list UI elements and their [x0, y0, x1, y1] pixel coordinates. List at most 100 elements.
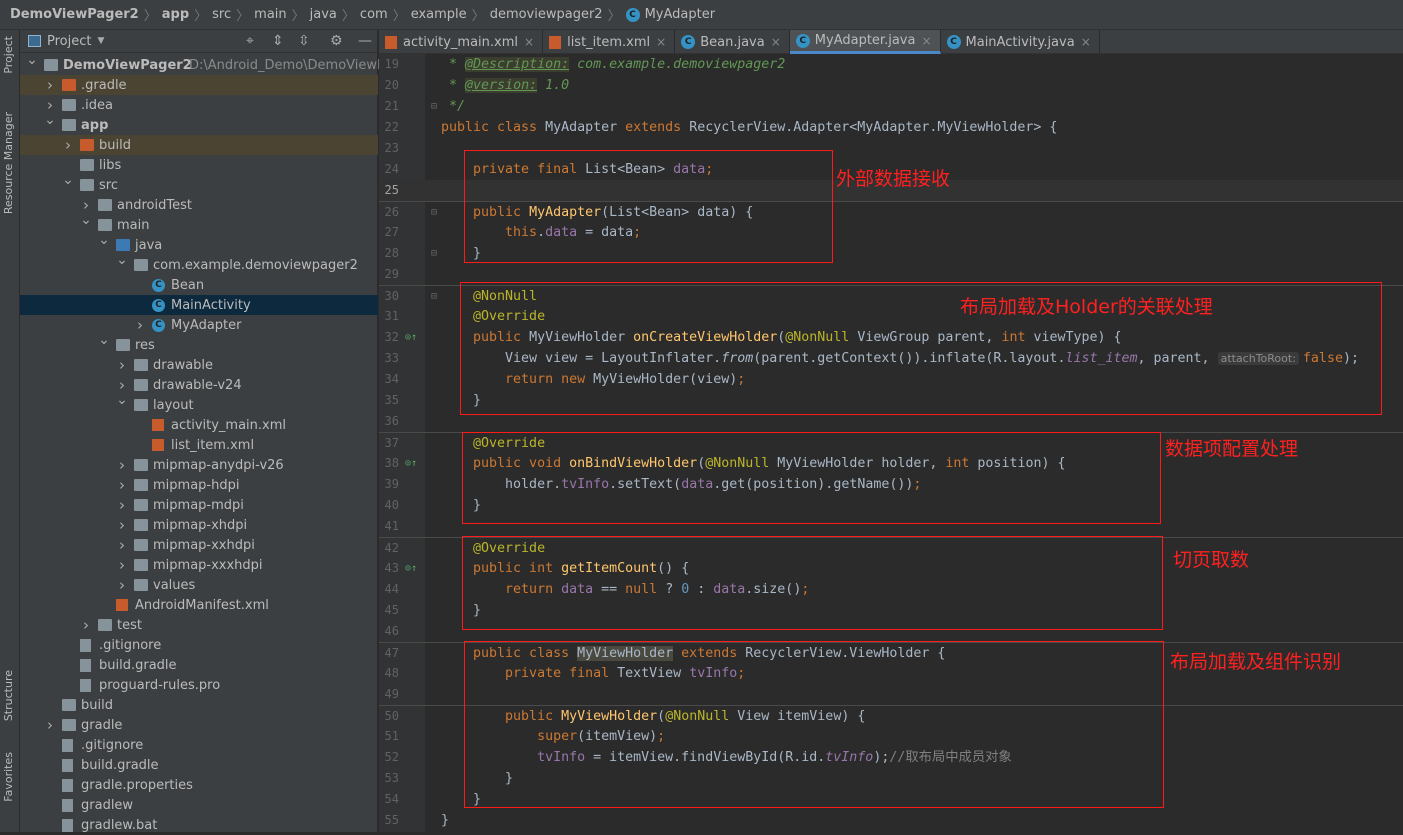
breadcrumb-item[interactable]: java — [310, 7, 337, 22]
tree-item[interactable]: C MainActivity — [20, 295, 378, 315]
chevron-right-icon[interactable]: › — [116, 456, 128, 474]
fold-icon[interactable]: ⊟ — [431, 243, 437, 264]
tree-item[interactable]: › values — [20, 575, 378, 595]
favorites-tool-tab[interactable]: Favorites — [2, 752, 15, 802]
breadcrumb-item[interactable]: com — [360, 7, 388, 22]
chevron-right-icon: 〉 — [194, 9, 208, 24]
tree-item[interactable]: .gitignore — [20, 735, 378, 755]
tree-item[interactable]: ⌄ app — [20, 112, 378, 135]
collapse-all-icon[interactable]: ⇳ — [298, 33, 310, 49]
fold-icon[interactable]: ⊟ — [431, 202, 437, 223]
chevron-right-icon[interactable]: › — [116, 536, 128, 554]
chevron-down-icon[interactable]: ⌄ — [116, 252, 128, 268]
close-icon[interactable]: × — [524, 35, 534, 49]
tree-item[interactable]: › .idea — [20, 95, 378, 115]
tree-item[interactable]: list_item.xml — [20, 435, 378, 455]
chevron-down-icon[interactable]: ⌄ — [62, 172, 74, 188]
chevron-down-icon[interactable]: ⌄ — [98, 332, 110, 348]
chevron-right-icon[interactable]: › — [80, 616, 92, 634]
breadcrumb-item[interactable]: example — [411, 7, 467, 22]
chevron-down-icon[interactable]: ▼ — [97, 36, 104, 46]
breadcrumb-item[interactable]: DemoViewPager2 — [10, 7, 139, 22]
tree-item[interactable]: ⌄ main — [20, 212, 378, 235]
close-icon[interactable]: × — [921, 34, 931, 48]
breadcrumb-item[interactable]: MyAdapter — [645, 7, 715, 22]
tree-item[interactable]: › mipmap-mdpi — [20, 495, 378, 515]
close-icon[interactable]: × — [771, 35, 781, 49]
locate-icon[interactable]: ⌖ — [246, 33, 254, 49]
tree-item[interactable]: ⌄ src — [20, 172, 378, 195]
override-icon[interactable]: ⊙↑ — [405, 327, 417, 348]
chevron-right-icon[interactable]: › — [116, 576, 128, 594]
chevron-right-icon[interactable]: › — [116, 496, 128, 514]
tab-bean-java[interactable]: C Bean.java × — [675, 30, 790, 54]
chevron-right-icon[interactable]: › — [62, 136, 74, 154]
breadcrumb-item[interactable]: app — [162, 7, 189, 22]
hide-icon[interactable]: — — [358, 33, 372, 49]
chevron-right-icon[interactable]: › — [44, 76, 56, 94]
tab-activity_main-xml[interactable]: activity_main.xml × — [379, 30, 544, 54]
tree-item[interactable]: › drawable — [20, 355, 378, 375]
chevron-down-icon[interactable]: ⌄ — [44, 112, 56, 128]
tab-mainactivity-java[interactable]: C MainActivity.java × — [941, 30, 1100, 54]
tree-item[interactable]: gradle.properties — [20, 775, 378, 795]
tree-item[interactable]: › test — [20, 615, 378, 635]
chevron-down-icon[interactable]: ⌄ — [98, 232, 110, 248]
breadcrumb-item[interactable]: src — [212, 7, 231, 22]
tree-item[interactable]: › mipmap-xxxhdpi — [20, 555, 378, 575]
tree-item[interactable]: › mipmap-anydpi-v26 — [20, 455, 378, 475]
chevron-right-icon[interactable]: › — [134, 316, 146, 334]
close-icon[interactable]: × — [656, 35, 666, 49]
chevron-right-icon[interactable]: › — [116, 476, 128, 494]
tree-item[interactable]: ⌄ DemoViewPager2 D:\Android_Demo\DemoViewP… — [20, 52, 408, 75]
tree-item[interactable]: activity_main.xml — [20, 415, 378, 435]
project-view-selector[interactable]: Project — [47, 34, 91, 49]
breadcrumb-item[interactable]: main — [254, 7, 286, 22]
tree-item[interactable]: ⌄ com.example.demoviewpager2 — [20, 252, 378, 275]
tree-item[interactable]: › gradle — [20, 715, 378, 735]
tree-item[interactable]: build.gradle — [20, 655, 378, 675]
tree-item[interactable]: gradlew — [20, 795, 378, 815]
tree-item[interactable]: › androidTest — [20, 195, 378, 215]
chevron-right-icon: 〉 — [143, 9, 157, 24]
fold-icon[interactable]: ⊟ — [431, 286, 437, 307]
tree-item-label: drawable — [153, 357, 214, 373]
tree-item-label: androidTest — [117, 197, 192, 213]
tree-item[interactable]: C Bean — [20, 275, 378, 295]
tree-item[interactable]: build — [20, 695, 378, 715]
tree-item[interactable]: gradlew.bat — [20, 815, 378, 835]
close-icon[interactable]: × — [1081, 35, 1091, 49]
tree-item[interactable]: › mipmap-xhdpi — [20, 515, 378, 535]
override-icon[interactable]: ⊙↑ — [405, 453, 417, 474]
tree-item[interactable]: › .gradle — [20, 75, 378, 95]
override-icon[interactable]: ⊙↑ — [405, 558, 417, 579]
tree-item[interactable]: › drawable-v24 — [20, 375, 378, 395]
chevron-right-icon[interactable]: › — [116, 516, 128, 534]
tree-item[interactable]: › mipmap-hdpi — [20, 475, 378, 495]
tree-item[interactable]: ⌄ layout — [20, 392, 378, 415]
chevron-right-icon[interactable]: › — [116, 356, 128, 374]
chevron-right-icon[interactable]: › — [116, 556, 128, 574]
chevron-down-icon[interactable]: ⌄ — [26, 52, 38, 68]
tree-item[interactable]: › build — [20, 135, 378, 155]
project-tool-tab[interactable]: Project — [2, 36, 15, 74]
structure-tool-tab[interactable]: Structure — [2, 670, 15, 721]
chevron-down-icon[interactable]: ⌄ — [116, 392, 128, 408]
tree-item[interactable]: AndroidManifest.xml — [20, 595, 378, 615]
chevron-down-icon[interactable]: ⌄ — [80, 212, 92, 228]
tree-item[interactable]: build.gradle — [20, 755, 378, 775]
expand-all-icon[interactable]: ⇕ — [272, 33, 284, 49]
tree-item[interactable]: › C MyAdapter — [20, 315, 378, 335]
tree-item[interactable]: ⌄ res — [20, 332, 378, 355]
gear-icon[interactable]: ⚙ — [330, 33, 343, 49]
breadcrumb-item[interactable]: demoviewpager2 — [490, 7, 603, 22]
tree-item[interactable]: › mipmap-xxhdpi — [20, 535, 378, 555]
fold-icon[interactable]: ⊟ — [431, 96, 437, 117]
resource-manager-tool-tab[interactable]: Resource Manager — [2, 112, 15, 214]
tree-item[interactable]: ⌄ java — [20, 232, 378, 255]
chevron-right-icon[interactable]: › — [44, 716, 56, 734]
tab-myadapter-java[interactable]: C MyAdapter.java × — [789, 30, 941, 54]
tree-item[interactable]: proguard-rules.pro — [20, 675, 378, 695]
tree-item[interactable]: .gitignore — [20, 635, 378, 655]
tab-list_item-xml[interactable]: list_item.xml × — [543, 30, 676, 54]
